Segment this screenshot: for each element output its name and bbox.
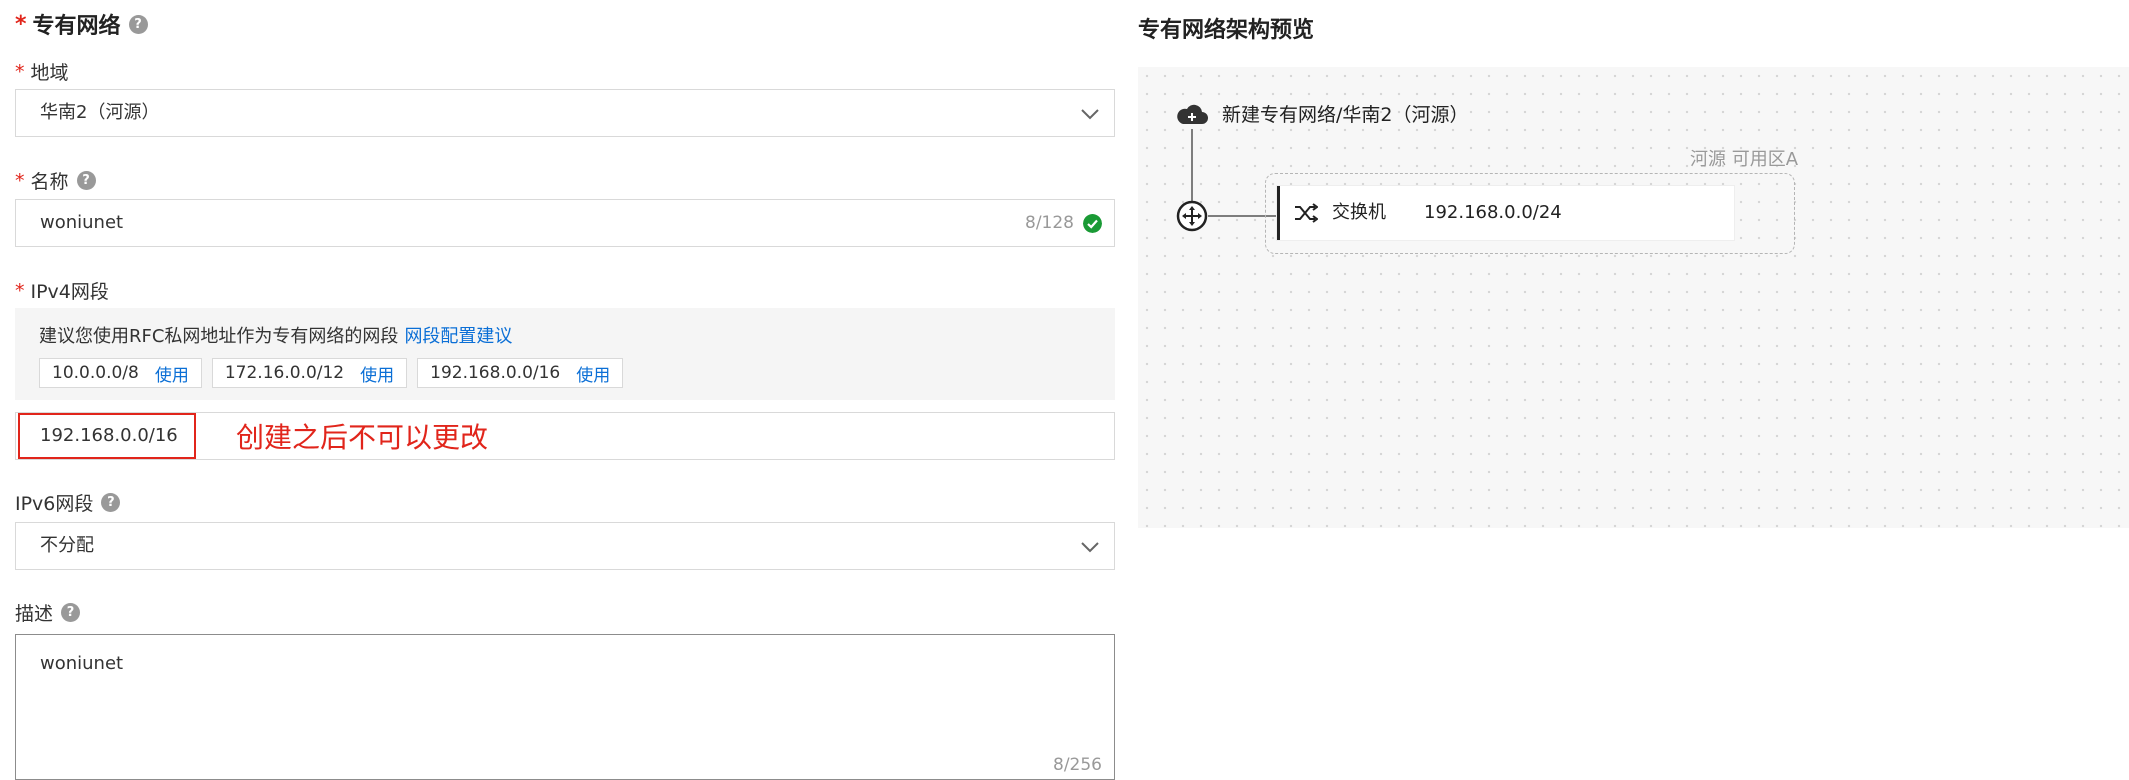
use-cidr-button[interactable]: 使用 — [155, 361, 189, 386]
required-mark: * — [15, 169, 25, 192]
ipv4-suggestion: 建议您使用RFC私网地址作为专有网络的网段 网段配置建议 — [39, 322, 512, 348]
check-circle-icon — [1083, 214, 1102, 233]
name-counter: 8/128 — [1025, 213, 1074, 233]
ipv6-value: 不分配 — [40, 535, 94, 556]
cidr-chip: 10.0.0.0/8 使用 — [39, 358, 202, 388]
cidr-chip: 172.16.0.0/12 使用 — [211, 358, 408, 388]
region-select[interactable]: 华南2（河源） — [15, 89, 1115, 137]
switch-name: 交换机 — [1332, 202, 1386, 223]
chip-cidr: 192.168.0.0/16 — [430, 363, 561, 383]
chevron-down-icon — [1081, 542, 1099, 553]
ipv4-label-text: IPv4网段 — [30, 281, 109, 303]
name-label: * 名称 ? — [15, 167, 96, 194]
highlight-box — [18, 413, 196, 459]
zone-label: 河源 可用区A — [1690, 149, 1799, 170]
required-mark: * — [15, 11, 27, 37]
ipv4-label: * IPv4网段 — [15, 277, 109, 304]
name-input[interactable]: woniunet 8/128 — [15, 199, 1115, 247]
name-value: woniunet — [40, 212, 124, 233]
cloud-icon — [1177, 104, 1208, 124]
architecture-canvas — [1138, 67, 2129, 528]
ipv6-label-text: IPv6网段 — [15, 493, 94, 515]
description-label-text: 描述 — [15, 603, 54, 625]
description-value: woniunet — [40, 653, 124, 674]
cidr-advice-link[interactable]: 网段配置建议 — [404, 326, 512, 347]
switch-node[interactable]: 交换机 192.168.0.0/24 — [1277, 186, 1734, 240]
chevron-down-icon — [1081, 109, 1099, 120]
help-icon[interactable]: ? — [101, 493, 121, 512]
switch-cidr: 192.168.0.0/24 — [1424, 202, 1562, 223]
use-cidr-button[interactable]: 使用 — [576, 361, 610, 386]
required-mark: * — [15, 279, 25, 302]
cidr-chip-list: 10.0.0.0/8 使用 172.16.0.0/12 使用 192.168.0… — [39, 358, 624, 388]
annotation-text: 创建之后不可以更改 — [236, 421, 489, 454]
name-label-text: 名称 — [30, 171, 69, 193]
chip-cidr: 10.0.0.0/8 — [52, 363, 139, 383]
vpc-label: 新建专有网络/华南2（河源） — [1222, 104, 1469, 126]
ipv6-label: IPv6网段 ? — [15, 489, 121, 516]
section-title: * 专有网络 ? — [15, 8, 148, 40]
description-label: 描述 ? — [15, 599, 81, 626]
use-cidr-button[interactable]: 使用 — [360, 361, 394, 386]
help-icon[interactable]: ? — [76, 171, 96, 190]
help-icon[interactable]: ? — [61, 603, 81, 622]
help-icon[interactable]: ? — [128, 14, 148, 34]
region-label-text: 地域 — [30, 62, 69, 84]
shuffle-icon — [1295, 203, 1318, 223]
description-counter: 8/256 — [1053, 755, 1102, 775]
region-value: 华南2（河源） — [40, 102, 160, 123]
chip-cidr: 172.16.0.0/12 — [224, 363, 345, 383]
suggestion-text: 建议您使用RFC私网地址作为专有网络的网段 — [39, 326, 399, 347]
section-title-text: 专有网络 — [32, 14, 121, 39]
ipv4-suggestion-box: 建议您使用RFC私网地址作为专有网络的网段 网段配置建议 10.0.0.0/8 使… — [15, 308, 1115, 400]
preview-title: 专有网络架构预览 — [1138, 18, 1315, 43]
region-label: * 地域 — [15, 58, 69, 85]
router-icon — [1176, 200, 1208, 232]
cidr-chip: 192.168.0.0/16 使用 — [417, 358, 624, 388]
ipv6-select[interactable]: 不分配 — [15, 522, 1115, 570]
description-textarea[interactable]: woniunet 8/256 — [15, 634, 1115, 780]
required-mark: * — [15, 60, 25, 83]
